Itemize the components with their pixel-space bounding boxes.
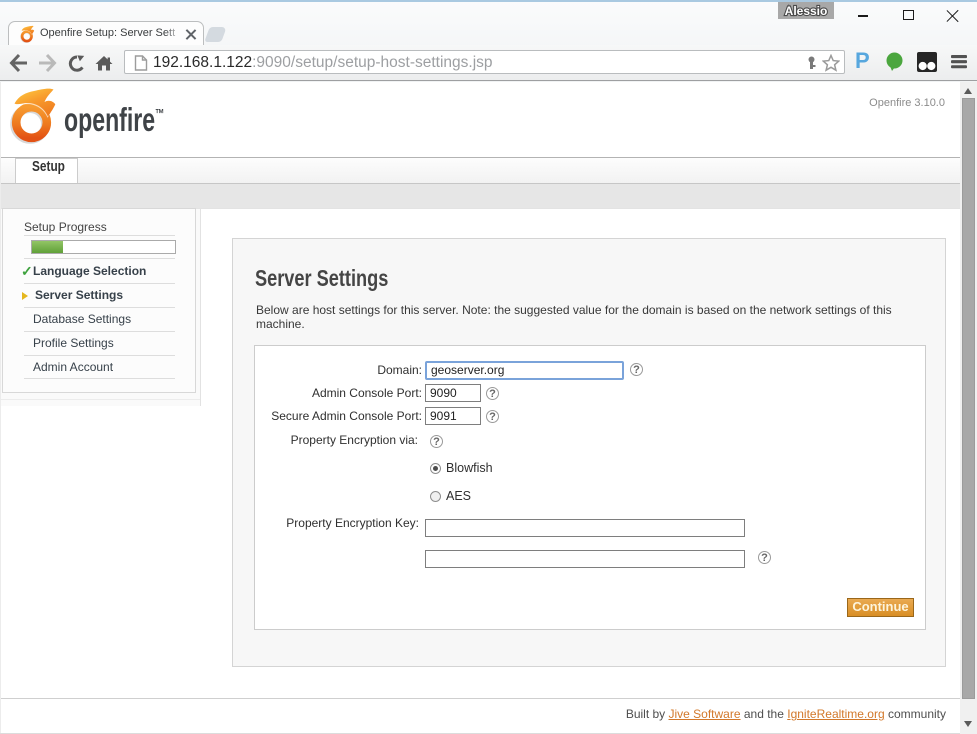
svg-text:Alessio: Alessio <box>785 4 828 18</box>
